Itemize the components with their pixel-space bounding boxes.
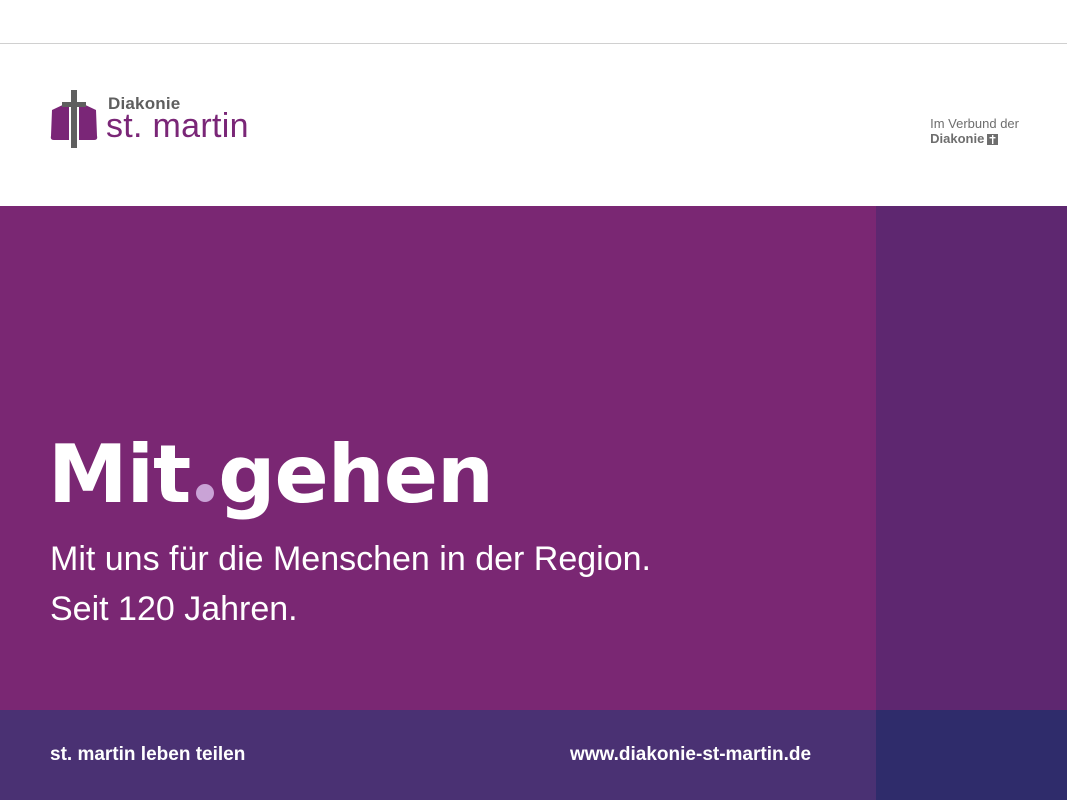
partner-line1: Im Verbund der (930, 116, 1019, 131)
diakonie-mark-icon (987, 133, 999, 145)
header: Diakonie st. martin Im Verbund der Diako… (0, 44, 1067, 206)
partner-badge: Im Verbund der Diakonie (930, 116, 1019, 147)
diakonie-st-martin-logo[interactable]: Diakonie st. martin (50, 90, 280, 154)
hero-headline: Mit gehen (48, 420, 494, 530)
headline-part1: Mit (48, 428, 191, 521)
hero-subline-1: Mit uns für die Menschen in der Region. (50, 540, 651, 578)
cross-logo-icon (50, 90, 98, 148)
footer-url-link[interactable]: www.diakonie-st-martin.de (570, 744, 811, 766)
partner-line2: Diakonie (930, 131, 985, 146)
partner-line2-wrap: Diakonie (930, 131, 1019, 147)
hero-side-panel (876, 206, 1067, 710)
hero-subline-2: Seit 120 Jahren. (50, 590, 298, 628)
logo-big-text: st. martin (106, 107, 249, 145)
footer-side-bar (876, 710, 1067, 800)
footer-slogan: st. martin leben teilen (50, 744, 246, 765)
headline-part2: gehen (218, 428, 494, 521)
headline-dot (196, 484, 215, 502)
top-strip (0, 0, 1067, 44)
